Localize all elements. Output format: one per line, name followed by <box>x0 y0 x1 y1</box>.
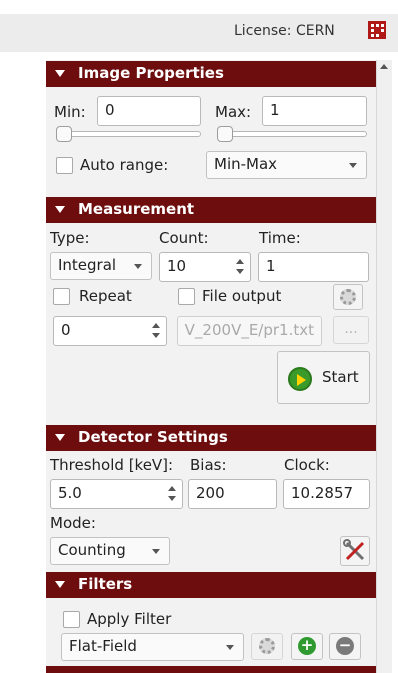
grid-icon[interactable] <box>367 20 387 40</box>
gear-icon <box>340 289 356 305</box>
section-title: Measurement <box>78 200 195 218</box>
browse-button[interactable]: ... <box>333 316 369 344</box>
file-path-text: V_200V_E/pr1.txt <box>184 321 314 339</box>
threshold-spinner[interactable] <box>164 479 180 509</box>
mode-dropdown[interactable]: Counting <box>50 537 170 565</box>
plus-icon: + <box>298 637 316 655</box>
repeat-label: Repeat <box>79 287 132 305</box>
section-title: Filters <box>78 575 133 593</box>
add-filter-button[interactable]: + <box>291 633 323 660</box>
max-label: Max: <box>215 103 252 121</box>
range-mode-value: Min-Max <box>214 155 278 173</box>
min-input[interactable]: 0 <box>97 96 201 126</box>
spin-down-icon[interactable] <box>152 333 160 338</box>
section-title: Image Properties <box>78 64 224 82</box>
scroll-up-arrow-icon[interactable] <box>380 64 388 69</box>
clock-input[interactable]: 10.2857 <box>283 479 370 509</box>
spin-up-icon[interactable] <box>152 323 160 328</box>
time-input[interactable]: 1 <box>258 252 369 282</box>
spin-down-icon[interactable] <box>168 496 176 501</box>
filter-type-value: Flat-Field <box>69 637 137 655</box>
apply-filter-checkbox[interactable] <box>63 611 80 628</box>
min-label: Min: <box>54 103 86 121</box>
bias-input[interactable]: 200 <box>188 479 277 509</box>
play-icon <box>288 367 312 391</box>
chevron-down-icon <box>226 645 234 650</box>
repeat-spinner[interactable] <box>148 316 164 346</box>
top-bar <box>0 14 398 52</box>
chevron-down-icon <box>152 549 160 554</box>
spin-down-icon[interactable] <box>236 269 244 274</box>
gear-icon <box>259 638 275 654</box>
file-output-label: File output <box>202 287 282 305</box>
detector-tools-button[interactable] <box>340 536 370 566</box>
next-section-header[interactable] <box>46 666 376 673</box>
mode-label: Mode: <box>50 514 96 532</box>
start-button[interactable]: Start <box>277 351 370 404</box>
max-slider-track[interactable] <box>217 131 367 137</box>
apply-filter-label: Apply Filter <box>87 610 172 628</box>
browse-label: ... <box>344 321 358 337</box>
type-value: Integral <box>58 256 117 274</box>
collapse-triangle-icon <box>55 70 65 77</box>
type-dropdown[interactable]: Integral <box>50 252 152 280</box>
auto-range-label: Auto range: <box>80 156 169 174</box>
chevron-down-icon <box>349 163 357 168</box>
file-path-input: V_200V_E/pr1.txt <box>177 316 322 346</box>
mode-value: Counting <box>58 541 126 559</box>
threshold-label: Threshold [keV]: <box>50 456 174 474</box>
spin-up-icon[interactable] <box>168 486 176 491</box>
range-mode-dropdown[interactable]: Min-Max <box>206 151 367 179</box>
time-label: Time: <box>259 229 301 247</box>
type-label: Type: <box>50 229 90 247</box>
repeat-checkbox[interactable] <box>53 288 70 305</box>
section-title: Detector Settings <box>78 428 228 446</box>
panel-scrollbar[interactable] <box>376 60 392 673</box>
section-detector-settings[interactable]: Detector Settings <box>46 425 376 451</box>
filter-type-dropdown[interactable]: Flat-Field <box>61 633 244 661</box>
clock-label: Clock: <box>284 456 330 474</box>
min-slider-track[interactable] <box>56 131 201 137</box>
file-output-checkbox[interactable] <box>178 288 195 305</box>
collapse-triangle-icon <box>55 206 65 213</box>
section-image-properties[interactable]: Image Properties <box>46 61 376 87</box>
license-label: License: CERN <box>234 23 335 39</box>
max-slider-handle[interactable] <box>217 126 233 142</box>
minus-icon: − <box>336 637 354 655</box>
count-spinner[interactable] <box>232 252 248 282</box>
max-input[interactable]: 1 <box>262 96 367 126</box>
count-label: Count: <box>159 229 209 247</box>
bias-label: Bias: <box>190 456 227 474</box>
min-slider-handle[interactable] <box>56 126 72 142</box>
chevron-down-icon <box>134 264 142 269</box>
remove-filter-button[interactable]: − <box>329 633 361 660</box>
filter-settings-button[interactable] <box>251 633 283 660</box>
measurement-settings-button[interactable] <box>333 284 363 310</box>
section-filters[interactable]: Filters <box>46 572 376 598</box>
auto-range-checkbox[interactable] <box>56 157 73 174</box>
spin-up-icon[interactable] <box>236 259 244 264</box>
section-measurement[interactable]: Measurement <box>46 197 376 223</box>
collapse-triangle-icon <box>55 434 65 441</box>
collapse-triangle-icon <box>55 581 65 588</box>
wrench-screwdriver-icon <box>343 539 365 561</box>
start-label: Start <box>322 368 359 386</box>
